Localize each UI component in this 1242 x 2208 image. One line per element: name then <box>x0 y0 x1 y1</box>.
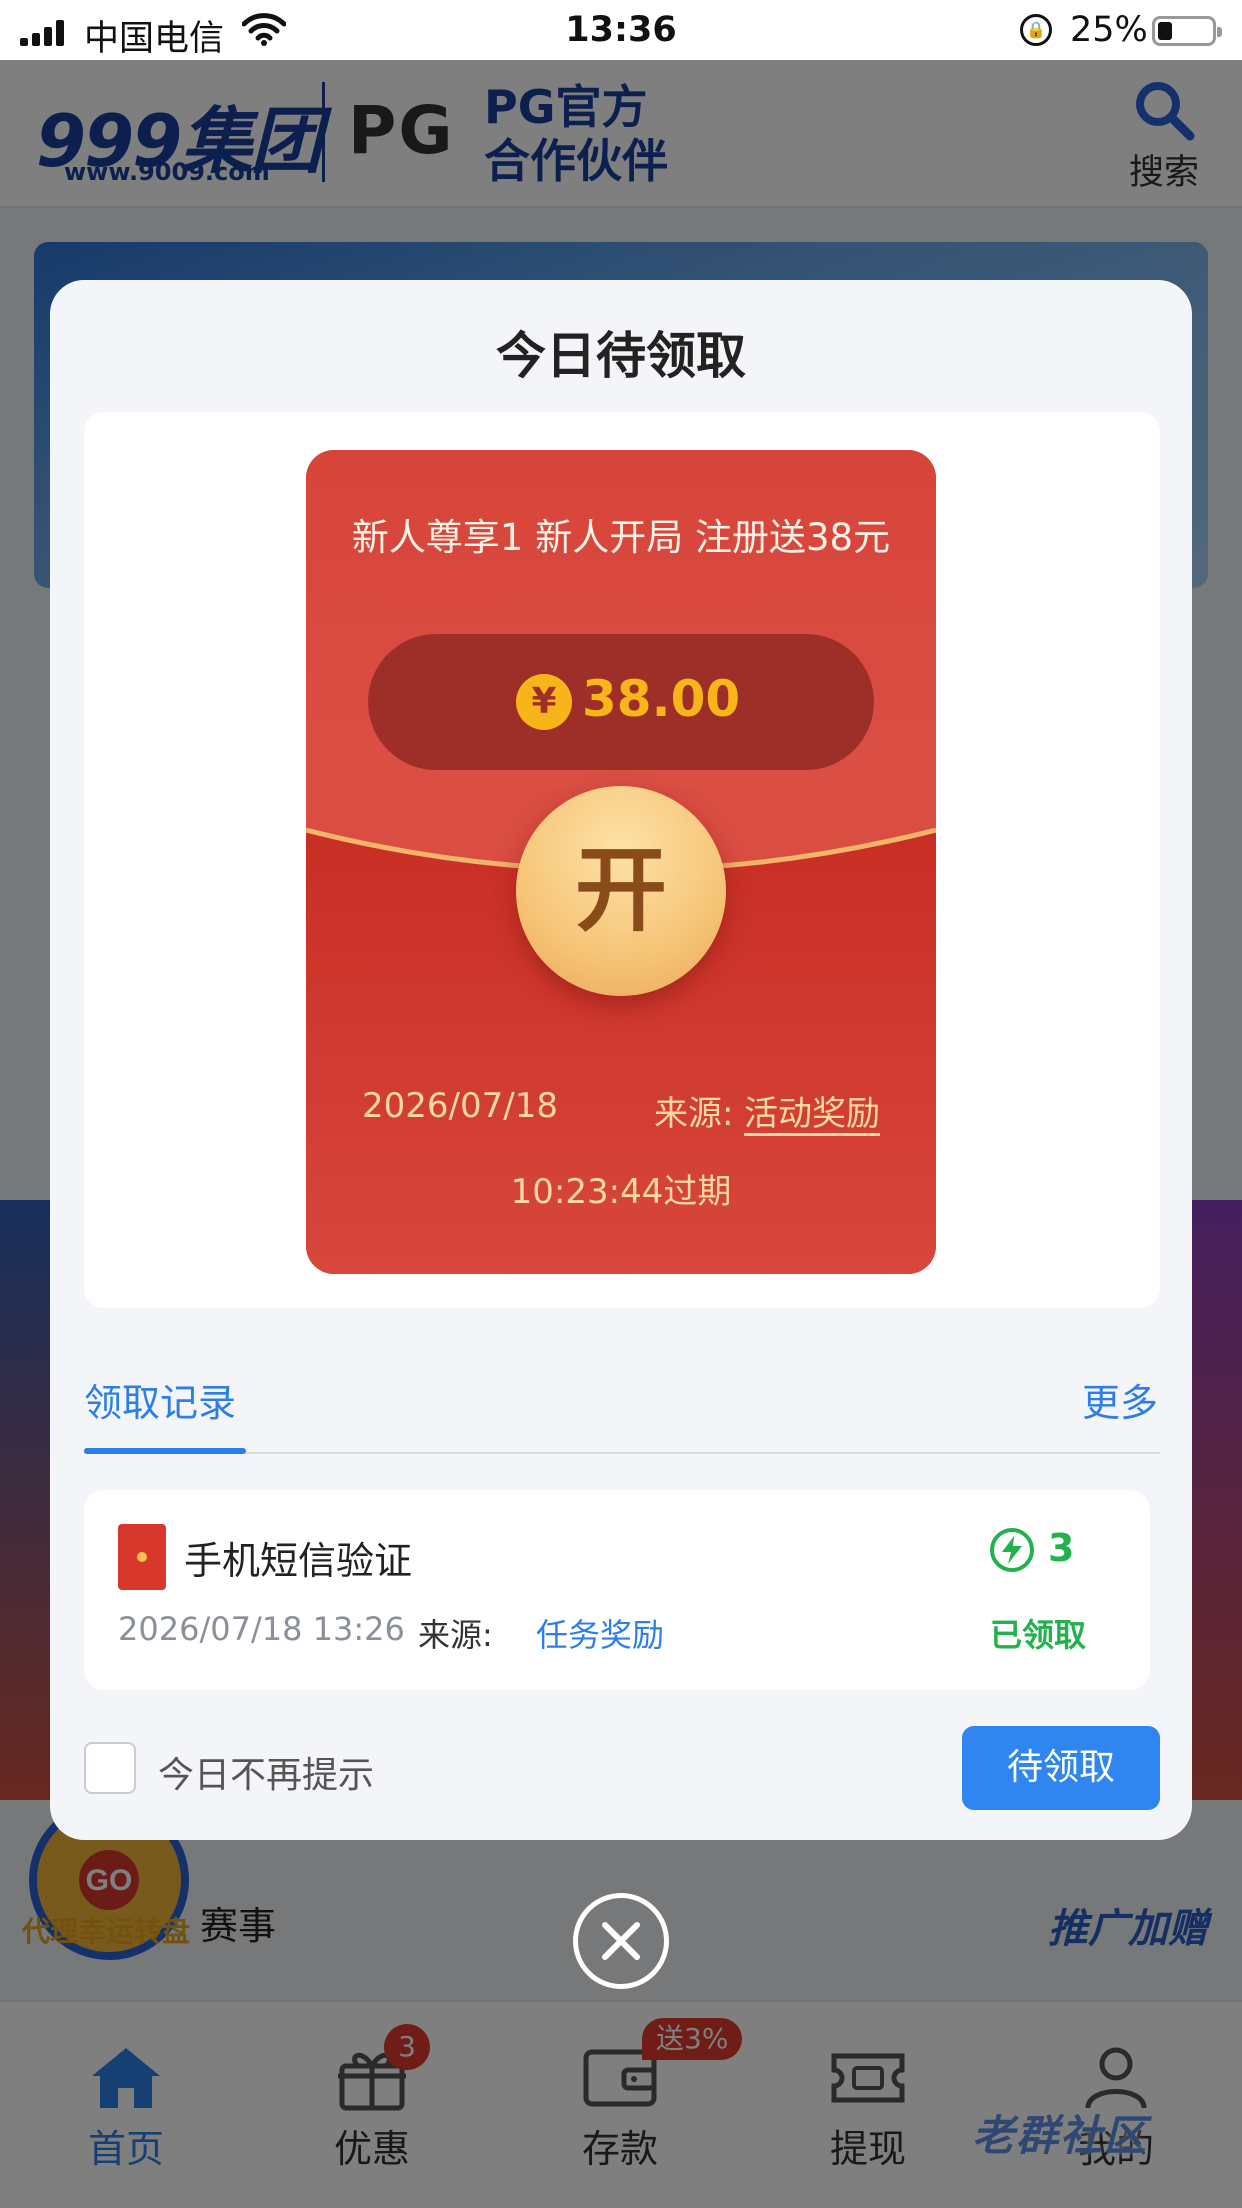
modal-title: 今日待领取 <box>496 327 746 385</box>
close-icon <box>602 1922 640 1960</box>
envelope-amount-pill: ¥ 38.00 <box>368 634 874 770</box>
red-envelope[interactable]: 新人尊享1 新人开局 注册送38元 ¥ 38.00 开 2026/07/18 来… <box>306 450 936 1274</box>
yen-coin-icon: ¥ <box>516 674 572 730</box>
envelope-source-link[interactable]: 活动奖励 <box>744 1086 880 1135</box>
status-bar: 中国电信 13:36 🔒 25% <box>0 0 1242 60</box>
orientation-lock-icon: 🔒 <box>1020 14 1052 46</box>
lightning-icon <box>990 1528 1034 1572</box>
dont-show-today-label[interactable]: 今日不再提示 <box>158 1746 374 1798</box>
more-link[interactable]: 更多 <box>1082 1372 1158 1427</box>
envelope-date: 2026/07/18 <box>362 1086 558 1126</box>
clock: 13:36 <box>565 10 677 50</box>
envelope-source-label: 来源: <box>654 1094 734 1134</box>
list-item: 手机短信验证 3 2026/07/18 13:26 来源: 任务奖励 已领取 <box>84 1490 1150 1690</box>
daily-rewards-modal: 今日待领取 新人尊享1 新人开局 注册送38元 ¥ 38.00 开 2026/0… <box>50 280 1192 1840</box>
record-status: 已领取 <box>990 1616 1087 1654</box>
record-datetime: 2026/07/18 13:26 <box>118 1610 405 1648</box>
envelope-title: 新人尊享1 新人开局 注册送38元 <box>351 516 891 559</box>
record-source-link[interactable]: 任务奖励 <box>536 1610 664 1656</box>
dont-show-today-checkbox[interactable] <box>84 1742 136 1794</box>
record-name: 手机短信验证 <box>184 1539 413 1583</box>
envelope-amount: 38.00 <box>582 670 741 728</box>
close-modal-button[interactable] <box>573 1893 669 1989</box>
battery-percentage: 25% <box>1070 10 1148 50</box>
battery-icon <box>1152 16 1222 46</box>
red-envelope-icon <box>118 1524 166 1590</box>
open-envelope-button[interactable]: 开 <box>516 786 726 996</box>
tab-claim-records[interactable]: 领取记录 <box>84 1372 236 1427</box>
pending-claim-button[interactable]: 待领取 <box>962 1726 1160 1810</box>
record-source-label: 来源: <box>418 1616 493 1654</box>
envelope-expiry: 10:23:44过期 <box>510 1172 732 1212</box>
tab-active-indicator <box>84 1448 246 1454</box>
record-count: 3 <box>1048 1526 1075 1570</box>
